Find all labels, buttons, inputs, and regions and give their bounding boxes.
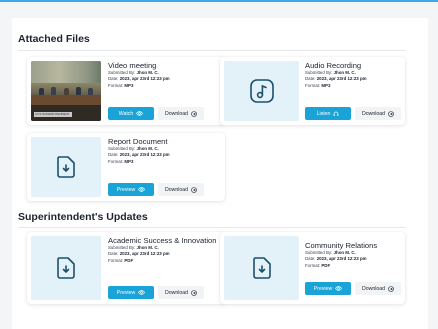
document-download-icon [53,255,79,281]
date-label: Date: [305,256,316,262]
top-accent-bar [0,0,438,2]
download-label: Download [361,285,386,292]
watch-button[interactable]: Watch [108,107,154,120]
listen-button[interactable]: Listen [305,107,351,120]
format-value: PDF [321,262,331,268]
download-circle-icon [191,186,197,193]
download-label: Download [164,289,189,296]
format-value: MP3 [124,82,134,88]
file-card-academic-success: Academic Success & Innovation Submitted … [27,232,225,304]
watch-label: Watch [118,110,134,117]
submitted-value: Jhon M. C. [333,70,356,75]
section-title-superintendent-updates: Superintendent's Updates [18,211,148,223]
eye-icon [335,286,343,291]
date-label: Date: [108,76,119,82]
card-title: Report Document [108,137,168,146]
format: Format: PDF [108,258,222,264]
audio-thumbnail[interactable] [224,61,299,121]
download-label: Download [164,110,189,117]
submitted-label: Submitted By: [108,70,136,75]
format-label: Format: [108,82,124,88]
download-circle-icon [388,110,394,117]
download-button[interactable]: Download [158,183,204,196]
date-label: Date: [108,251,119,257]
video-thumbnail[interactable]: CCS SUPERINTENDENT [31,61,101,121]
eye-icon [136,111,144,116]
format-label: Format: [305,262,321,268]
section-divider [18,227,406,228]
format: Format: MP3 [305,83,403,89]
date-value: 2023, apr 23rd 12:23 pm [316,76,367,82]
listen-label: Listen [316,110,331,117]
file-card-report-document: Report Document Submitted By: Jhon M. C.… [27,133,225,201]
format: Format: PDF [305,263,403,269]
section-divider [18,50,406,51]
download-label: Download [164,186,189,193]
card-title: Audio Recording [305,61,362,70]
date-value: 2023, apr 23rd 12:23 pm [119,251,170,257]
format-value: MP3 [321,82,331,88]
file-card-community-relations: Community Relations Submitted By: Jhon M… [220,232,405,304]
download-circle-icon [191,289,197,296]
preview-label: Preview [313,285,333,292]
format-label: Format: [108,158,124,164]
document-thumbnail[interactable] [224,236,299,300]
submitted-value: Jhon M. C. [136,70,159,75]
date-label: Date: [108,152,119,158]
submitted-value: Jhon M. C. [136,146,159,151]
document-thumbnail[interactable] [31,236,101,300]
date-value: 2023, apr 23rd 12:23 pm [316,256,367,262]
thumbnail-figure [51,87,56,95]
card-title: Academic Success & Innovation [108,236,217,245]
format-value: MP3 [124,158,134,164]
submitted-label: Submitted By: [108,245,136,250]
submitted-value: Jhon M. C. [136,245,159,250]
thumbnail-desk [31,95,101,105]
format-label: Format: [108,257,124,263]
download-label: Download [361,110,386,117]
music-file-icon [249,78,275,104]
card-title: Video meeting [108,61,157,70]
submitted-label: Submitted By: [108,146,136,151]
file-card-audio-recording: Audio Recording Submitted By: Jhon M. C.… [220,57,405,125]
thumbnail-figure [76,87,81,95]
format-label: Format: [305,82,321,88]
thumbnail-background [31,61,101,83]
download-button[interactable]: Download [158,107,204,120]
submitted-label: Submitted By: [305,250,333,255]
card-title: Community Relations [305,241,378,250]
document-download-icon [53,154,79,180]
preview-button[interactable]: Preview [108,183,154,196]
submitted-value: Jhon M. C. [333,250,356,255]
preview-label: Preview [116,186,136,193]
download-button[interactable]: Download [355,282,401,295]
document-thumbnail[interactable] [31,137,101,197]
headphones-icon [333,111,339,117]
format: Format: MP3 [108,159,222,165]
document-download-icon [249,255,275,281]
preview-button[interactable]: Preview [108,286,154,299]
thumbnail-caption: CCS SUPERINTENDENT [35,112,70,116]
date-value: 2023, apr 23rd 12:23 pm [119,76,170,82]
download-circle-icon [388,285,394,292]
download-button[interactable]: Download [355,107,401,120]
eye-icon [138,290,146,295]
download-circle-icon [191,110,197,117]
download-button[interactable]: Download [158,286,204,299]
date-value: 2023, apr 23rd 12:23 pm [119,152,170,158]
preview-label: Preview [116,289,136,296]
submitted-label: Submitted By: [305,70,333,75]
format: Format: MP3 [108,83,222,89]
eye-icon [138,187,146,192]
date-label: Date: [305,76,316,82]
file-card-video-meeting: CCS SUPERINTENDENT Video meeting Submitt… [27,57,225,125]
preview-button[interactable]: Preview [305,282,351,295]
format-value: PDF [124,257,134,263]
section-title-attached-files: Attached Files [18,33,90,45]
